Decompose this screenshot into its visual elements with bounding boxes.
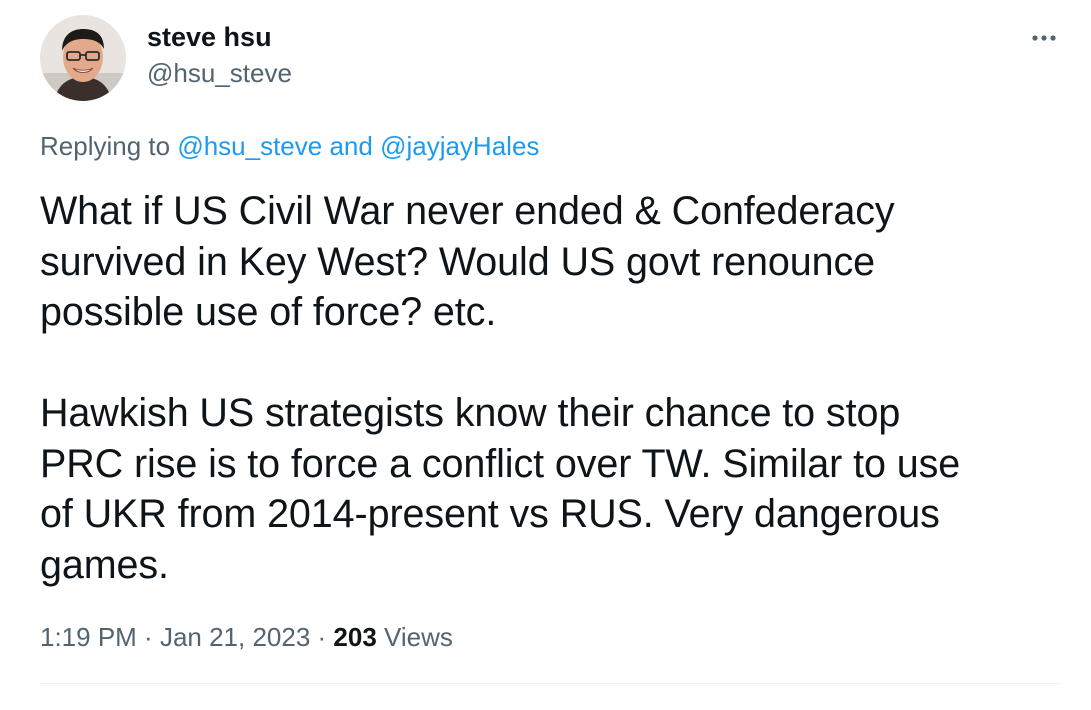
tweet-paragraph-1: What if US Civil War never ended & Confe… — [40, 189, 895, 334]
author-handle[interactable]: @hsu_steve — [147, 56, 292, 90]
reply-context-prefix: Replying to — [40, 131, 178, 161]
avatar[interactable] — [40, 15, 126, 101]
views-count: 203 — [333, 622, 377, 652]
timestamp-date[interactable]: Jan 21, 2023 — [160, 622, 310, 652]
divider — [40, 683, 1060, 684]
tweet-detail: steve hsu @hsu_steve Replying to @hsu_st… — [0, 0, 1091, 710]
user-avatar-photo-icon — [40, 15, 126, 101]
tweet-paragraph-2: Hawkish US strategists know their chance… — [40, 391, 961, 587]
more-horizontal-icon — [1032, 35, 1056, 41]
author-name[interactable]: steve hsu — [147, 20, 272, 54]
mention-link-hsu-steve[interactable]: @hsu_steve — [177, 131, 322, 161]
tweet-text: What if US Civil War never ended & Confe… — [40, 186, 1050, 590]
reply-context-conjunction: and — [322, 131, 381, 161]
meta-separator: · — [136, 622, 160, 652]
mention-link-jayjayhales[interactable]: @jayjayHales — [380, 131, 539, 161]
tweet-meta: 1:19 PM · Jan 21, 2023 · 203 Views — [40, 620, 453, 654]
meta-separator: · — [310, 622, 334, 652]
reply-context: Replying to @hsu_steve and @jayjayHales — [40, 129, 539, 163]
more-options-button[interactable] — [1024, 22, 1064, 52]
views-label: Views — [376, 622, 453, 652]
timestamp-time[interactable]: 1:19 PM — [40, 622, 137, 652]
